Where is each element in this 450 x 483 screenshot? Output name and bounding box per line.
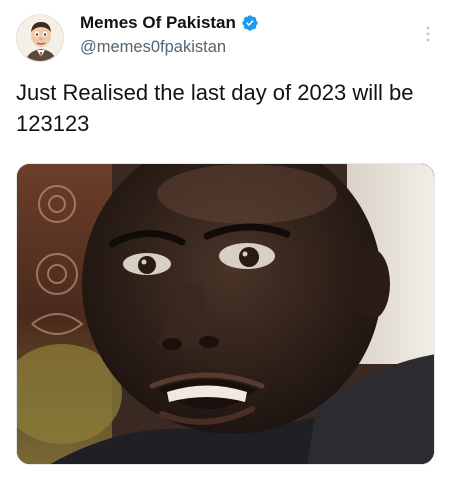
- verified-badge-icon[interactable]: [241, 14, 259, 32]
- author-handle[interactable]: @memes0fpakistan: [80, 38, 226, 57]
- reaction-meme-photo-icon: [17, 164, 434, 464]
- more-vertical-icon[interactable]: [426, 26, 430, 42]
- tweet-media-photo[interactable]: [16, 163, 435, 465]
- cartoon-character-avatar-icon: [17, 15, 63, 61]
- author-display-name[interactable]: Memes Of Pakistan: [80, 13, 236, 33]
- author-name-row: Memes Of Pakistan: [80, 13, 259, 33]
- tweet-card[interactable]: Memes Of Pakistan @memes0fpakistan Just …: [0, 0, 450, 483]
- tweet-text: Just Realised the last day of 2023 will …: [16, 80, 414, 136]
- author-avatar[interactable]: [16, 14, 64, 62]
